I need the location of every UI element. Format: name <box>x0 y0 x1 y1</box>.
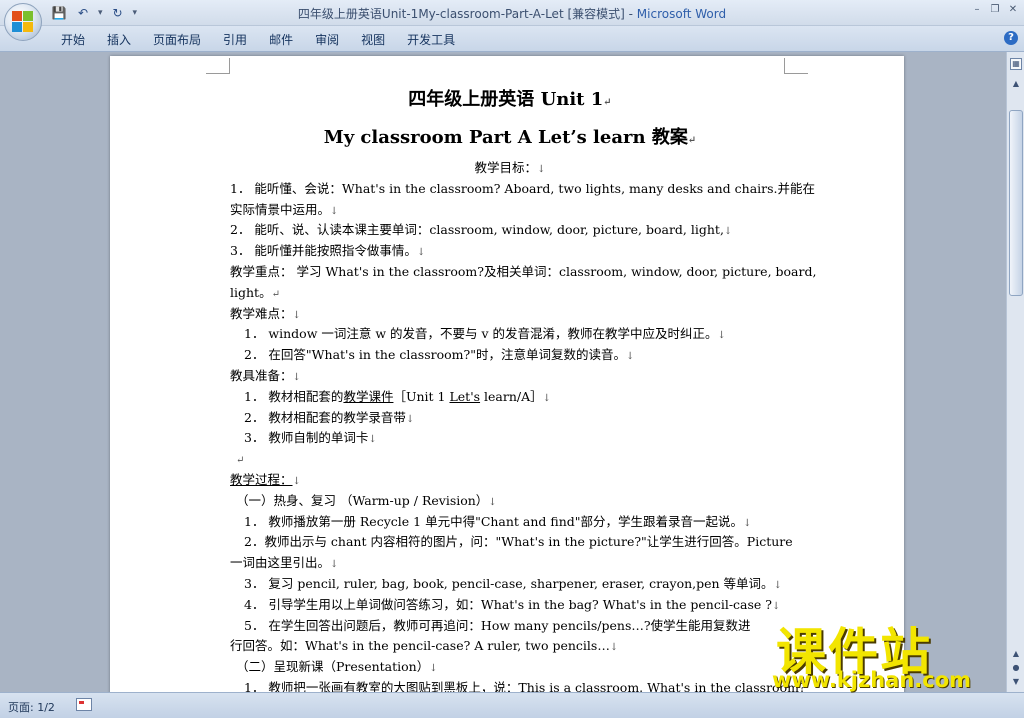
paragraph: （二）呈现新课（Presentation）↓ <box>236 659 438 675</box>
text-cursor: ↓ <box>416 247 426 259</box>
tab-insert[interactable]: 插入 <box>96 31 142 48</box>
restore-icon[interactable]: ❐ <box>988 2 1002 16</box>
doc-subtitle: My classroom Part A Let’s learn 教案↵ <box>323 127 697 148</box>
app-name: Microsoft Word <box>636 7 727 21</box>
paragraph: 一词由这里引出。↓ <box>230 555 339 571</box>
paragraph: 实际情景中运用。↓ <box>230 201 339 217</box>
paragraph: 3． 教师自制的单词卡↓ <box>244 430 377 446</box>
paragraph: 1． 教材相配套的教学课件［Unit 1 Let's learn/A］↓ <box>244 388 552 404</box>
document-workspace: 四年级上册英语 Unit 1↵ My classroom Part A Let’… <box>0 52 1006 692</box>
paragraph: 教具准备：↓ <box>230 367 301 383</box>
paragraph: 3． 能听懂并能按照指令做事情。↓ <box>230 243 426 259</box>
tab-home[interactable]: 开始 <box>50 31 96 48</box>
ribbon-tabs: 开始 插入 页面布局 引用 邮件 审阅 视图 开发工具 <box>50 31 466 48</box>
next-page-icon[interactable]: ▼ <box>1009 674 1023 688</box>
paragraph: 1． 能听懂、会说：What's in the classroom? Aboar… <box>230 180 816 196</box>
watermark: 课件站 www.kjzhan.com <box>770 612 1010 696</box>
page-indicator[interactable]: 页面: 1/2 <box>8 699 55 715</box>
tab-review[interactable]: 审阅 <box>304 31 350 48</box>
paragraph: 2．教师出示与 chant 内容相符的图片，问："What's in the p… <box>244 534 793 550</box>
tab-mailings[interactable]: 邮件 <box>258 31 304 48</box>
help-icon[interactable]: ? <box>1004 31 1018 45</box>
document-name: 四年级上册英语Unit-1My-classroom-Part-A-Let [兼容… <box>297 7 625 21</box>
paragraph: 教学过程：↓ <box>230 471 301 487</box>
tab-page-layout[interactable]: 页面布局 <box>142 31 212 48</box>
window-title: 四年级上册英语Unit-1My-classroom-Part-A-Let [兼容… <box>297 7 727 21</box>
paragraph: 4． 引导学生用以上单词做问答练习，如：What's in the bag? W… <box>244 596 781 612</box>
empty-paragraph: ↵ <box>236 455 245 467</box>
ruler-toggle-icon[interactable]: ▦ <box>1010 58 1022 70</box>
office-button[interactable] <box>4 3 42 41</box>
minimize-icon[interactable]: – <box>970 2 984 16</box>
paragraph: 教学目标：↓ <box>474 160 546 175</box>
proofing-status-icon[interactable] <box>76 698 92 711</box>
paragraph: 1． 教师把一张画有教室的大图贴到黑板上，说：This is a classro… <box>244 679 806 692</box>
document-page[interactable]: 四年级上册英语 Unit 1↵ My classroom Part A Let’… <box>110 56 904 692</box>
tab-references[interactable]: 引用 <box>212 31 258 48</box>
paragraph: 1． 教师播放第一册 Recycle 1 单元中得"Chant and find… <box>244 513 752 529</box>
margin-mark-top-right <box>784 58 808 74</box>
doc-title: 四年级上册英语 Unit 1↵ <box>408 89 612 110</box>
office-logo-icon <box>12 11 34 33</box>
paragraph: 行回答。如：What's in the pencil-case? A ruler… <box>230 638 619 654</box>
scroll-up-icon[interactable]: ▲ <box>1009 76 1023 90</box>
margin-mark-top-left <box>206 58 230 74</box>
browse-object-icon[interactable]: ● <box>1009 660 1023 674</box>
paragraph: 5． 在学生回答出问题后，教师可再追问：How many pencils/pen… <box>244 617 751 633</box>
paragraph: 3． 复习 pencil, ruler, bag, book, pencil-c… <box>244 575 782 591</box>
paragraph: light。↵ <box>230 284 280 300</box>
ribbon: 开始 插入 页面布局 引用 邮件 审阅 视图 开发工具 ? <box>0 26 1024 52</box>
paragraph: 2． 在回答"What's in the classroom?"时，注意单词复数… <box>244 347 635 363</box>
close-icon[interactable]: ✕ <box>1006 2 1020 16</box>
document-body[interactable]: 四年级上册英语 Unit 1↵ My classroom Part A Let’… <box>230 84 817 692</box>
scrollbar-thumb[interactable] <box>1009 110 1023 296</box>
paragraph: 1． window 一词注意 w 的发音，不要与 v 的发音混淆，教师在教学中应… <box>244 326 726 342</box>
tab-view[interactable]: 视图 <box>350 31 396 48</box>
previous-page-icon[interactable]: ▲ <box>1009 646 1023 660</box>
paragraph: 2． 能听、说、认读本课主要单词：classroom, window, door… <box>230 222 733 238</box>
vertical-scrollbar[interactable]: ▦ ▲ ▲ ● ▼ <box>1006 52 1024 692</box>
window-controls: – ❐ ✕ <box>970 2 1020 16</box>
title-bar: 💾 ↶ ▾ ↻ ▾ 四年级上册英语Unit-1My-classroom-Part… <box>0 0 1024 26</box>
watermark-url: www.kjzhan.com <box>772 668 972 692</box>
tab-developer[interactable]: 开发工具 <box>396 31 466 48</box>
paragraph: 2． 教材相配套的教学录音带↓ <box>244 409 415 425</box>
paragraph: （一）热身、复习 （Warm-up / Revision）↓ <box>236 492 497 508</box>
paragraph: 教学重点： 学习 What's in the classroom?及相关单词：c… <box>230 263 817 279</box>
paragraph: 教学难点：↓ <box>230 305 301 321</box>
